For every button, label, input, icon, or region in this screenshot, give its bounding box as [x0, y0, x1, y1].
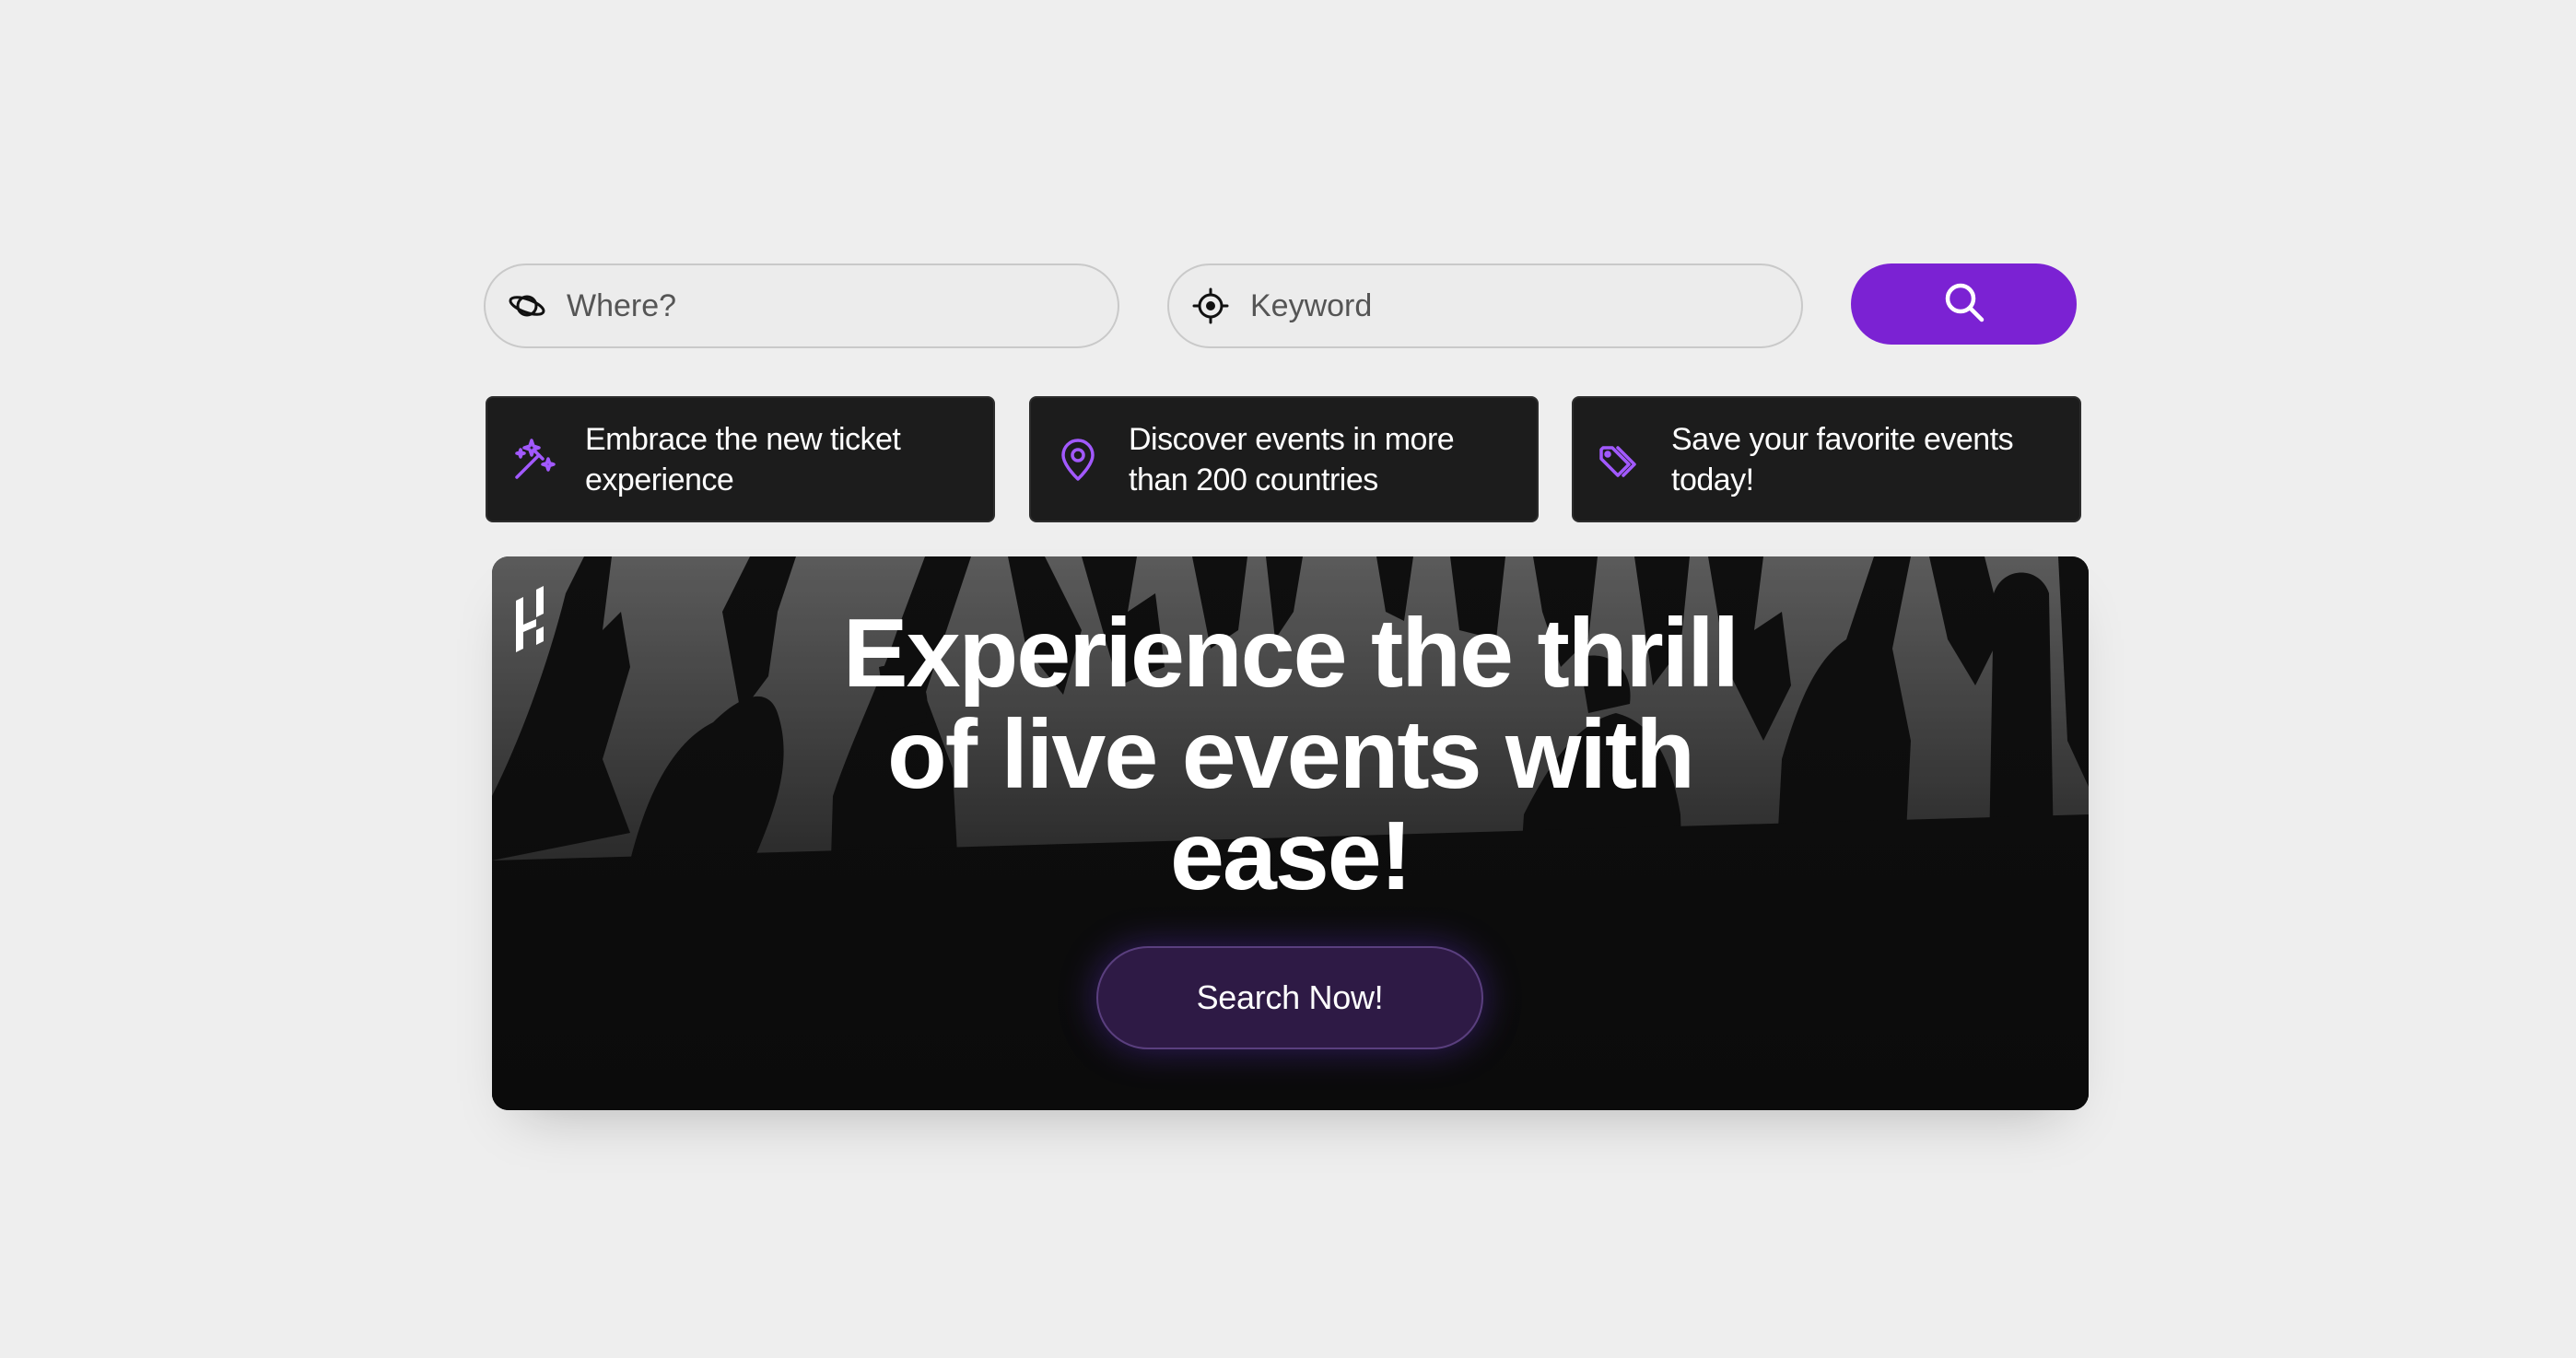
feature-text: Save your favorite events today! — [1671, 421, 2014, 498]
hero-banner: Experience the thrill of live events wit… — [492, 556, 2089, 1110]
keyword-input[interactable] — [1250, 265, 1801, 346]
crosshair-icon — [1191, 287, 1230, 325]
feature-card-discover-events: Discover events in more than 200 countri… — [1029, 396, 1539, 522]
hero-headline: Experience the thrill of live events wit… — [492, 603, 2089, 907]
hero-headline-line: Experience the thrill — [842, 599, 1739, 708]
planet-icon — [508, 287, 546, 325]
where-field[interactable] — [484, 263, 1119, 348]
feature-text: Embrace the new ticket experience — [585, 421, 901, 498]
hero-headline-line: ease! — [1169, 802, 1412, 910]
search-button[interactable] — [1851, 263, 2077, 345]
feature-text: Discover events in more than 200 countri… — [1129, 421, 1455, 498]
magic-wand-icon — [511, 437, 557, 483]
hero-headline-line: of live events with — [886, 700, 1695, 809]
search-icon — [1942, 280, 1986, 329]
tags-icon — [1598, 437, 1644, 483]
where-input[interactable] — [567, 265, 1118, 346]
feature-card-save-favorites: Save your favorite events today! — [1572, 396, 2081, 522]
search-now-button[interactable]: Search Now! — [1096, 946, 1483, 1049]
feature-card-ticket-experience: Embrace the new ticket experience — [486, 396, 995, 522]
keyword-field[interactable] — [1167, 263, 1803, 348]
location-pin-icon — [1055, 437, 1101, 483]
